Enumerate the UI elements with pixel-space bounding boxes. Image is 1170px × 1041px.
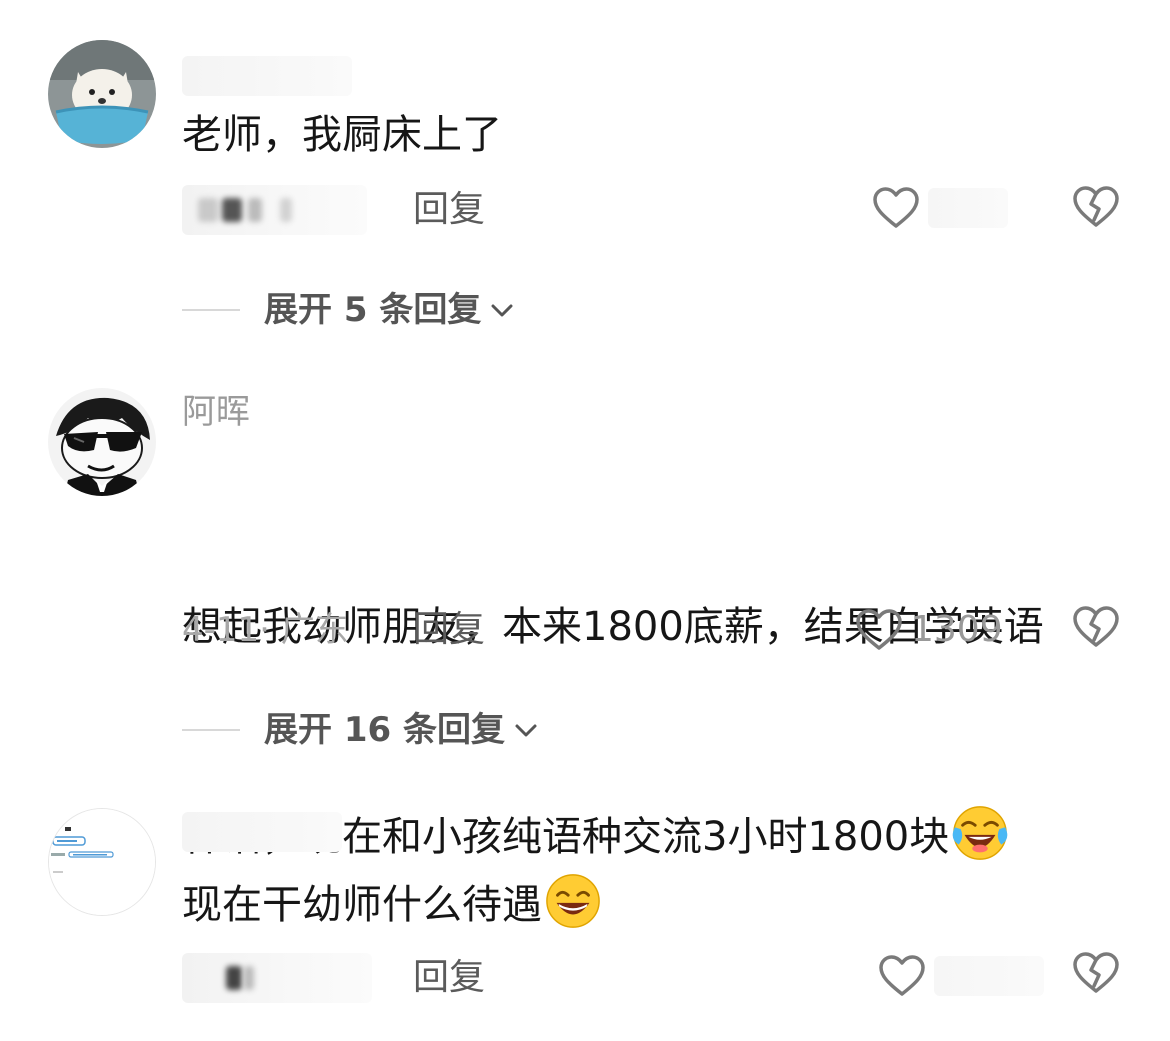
divider-line <box>182 729 240 731</box>
comment-text: 老师，我屙床上了 <box>182 112 502 158</box>
divider-line <box>182 309 240 311</box>
broken-heart-icon <box>1073 606 1119 647</box>
expand-replies-button[interactable]: 展开 16 条回复 <box>182 705 541 755</box>
comment-text-with-emoji: 现在干幼师什么待遇 <box>182 870 1132 940</box>
expand-replies-label: 展开 5 条回复 <box>264 290 482 330</box>
dislike-button[interactable] <box>1072 183 1120 233</box>
chevron-down-icon <box>515 724 537 737</box>
username-blurred[interactable] <box>182 56 352 96</box>
like-button[interactable]: 1309 <box>855 605 1003 655</box>
dog-in-tub-avatar-icon <box>48 40 156 148</box>
like-button[interactable] <box>878 951 1044 1001</box>
dislike-button[interactable] <box>1072 949 1120 999</box>
comment-meta-blurred <box>182 185 367 235</box>
username[interactable]: 阿晖 <box>182 392 250 432</box>
username-blurred[interactable] <box>182 812 342 852</box>
comment-text: 现在干幼师什么待遇 <box>182 882 542 928</box>
like-button[interactable] <box>872 183 1008 233</box>
comment-meta-blurred <box>182 953 372 1003</box>
comment-item: 老师，我屙床上了 回复 展开 5 条回复 <box>0 0 1170 350</box>
like-count-blurred <box>928 188 1008 228</box>
dislike-button[interactable] <box>1072 603 1120 653</box>
reply-button[interactable]: 回复 <box>413 953 485 1003</box>
screenshot-avatar-icon <box>49 809 155 915</box>
heart-outline-icon <box>873 187 919 228</box>
like-count: 1309 <box>911 609 1003 650</box>
reply-button[interactable]: 回复 <box>413 185 485 235</box>
like-count-blurred <box>934 956 1044 996</box>
sunglasses-cartoon-avatar-icon <box>48 388 156 496</box>
grinning-emoji-icon <box>546 874 600 928</box>
avatar[interactable] <box>48 808 156 916</box>
broken-heart-icon <box>1073 186 1119 227</box>
heart-outline-icon <box>856 609 902 650</box>
expand-replies-button[interactable]: 展开 5 条回复 <box>182 285 517 335</box>
comment-meta: 4-11· 广东 <box>182 610 349 650</box>
broken-heart-icon <box>1073 952 1119 993</box>
reply-button[interactable]: 回复 <box>413 605 485 655</box>
avatar[interactable] <box>48 388 156 496</box>
chevron-down-icon <box>491 304 513 317</box>
comment-item: 现在干幼师什么待遇 回复 <box>0 770 1170 1041</box>
avatar[interactable] <box>48 40 156 148</box>
heart-outline-icon <box>879 955 925 996</box>
expand-replies-label: 展开 16 条回复 <box>264 710 505 750</box>
comment-item: 阿晖 想起我幼师朋友，本来1800底薪，结果自学英语 韩语，现在和小孩纯语种交流… <box>0 350 1170 860</box>
